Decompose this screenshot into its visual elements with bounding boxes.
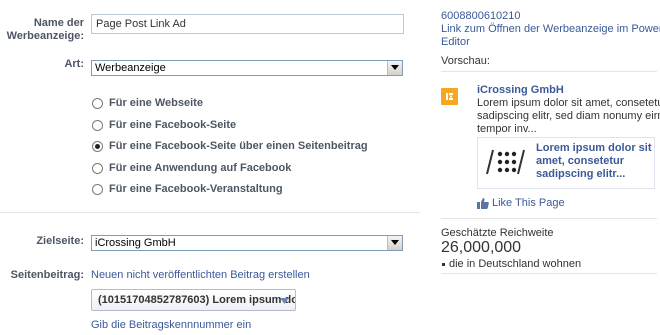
ad-page-name[interactable]: iCrossing GmbH: [477, 84, 564, 96]
radio-option-event[interactable]: Für eine Facebook-Veranstaltung: [92, 182, 283, 196]
divider: [441, 273, 657, 274]
chevron-down-icon[interactable]: [387, 61, 402, 75]
chevron-down-icon: [280, 298, 289, 304]
radio-label: Für eine Anwendung auf Facebook: [109, 162, 292, 174]
radio-label: Für eine Webseite: [109, 97, 203, 109]
radio-label: Für eine Facebook-Seite: [109, 119, 237, 131]
ad-name-label-line1: Name der: [33, 17, 84, 29]
reach-detail-item: die in Deutschland wohnen: [441, 258, 581, 270]
link-title-line2: amet, consetetur: [536, 155, 625, 167]
type-label-group: Art:: [0, 58, 84, 72]
page-post-select-value: (10151704852787603) Lorem ipsum dolor si…: [98, 294, 295, 306]
enter-post-id-link[interactable]: Gib die Beitragskennnummer ein: [91, 319, 251, 331]
page-post-label: Seitenbeitrag:: [10, 269, 84, 281]
reach-detail: die in Deutschland wohnen: [449, 258, 582, 270]
link-thumbnail-icon: [483, 146, 527, 178]
ad-body-line1: Lorem ipsum dolor sit amet, consetetur: [477, 97, 660, 109]
icrossing-logo-icon: [441, 88, 458, 105]
radio-option-app[interactable]: Für eine Anwendung auf Facebook: [92, 161, 291, 175]
target-label-group: Zielseite:: [0, 235, 84, 249]
radio-button-selected[interactable]: [92, 140, 103, 152]
radio-button[interactable]: [92, 119, 103, 131]
ad-name-label-line2: Werbeanzeige:: [6, 30, 84, 42]
radio-option-facebook-page[interactable]: Für eine Facebook-Seite: [92, 118, 236, 132]
divider: [441, 218, 657, 219]
ad-sidebar: 6008800610210 Link zum Öffnen der Werbea…: [441, 0, 660, 335]
reach-label: Geschätzte Reichweite: [441, 227, 554, 239]
type-select-value: Werbeanzeige: [95, 62, 166, 74]
reach-value: 26,000,000: [441, 239, 522, 256]
target-page-value: iCrossing GmbH: [95, 237, 176, 249]
ad-name-label-group: Name der Werbeanzeige:: [0, 17, 84, 47]
radio-button[interactable]: [92, 97, 103, 109]
radio-option-webpage[interactable]: Für eine Webseite: [92, 96, 203, 110]
page-post-select[interactable]: (10151704852787603) Lorem ipsum dolor si…: [91, 289, 296, 311]
radio-label: Für eine Facebook-Veranstaltung: [109, 183, 283, 195]
like-page-button[interactable]: Like This Page: [477, 197, 565, 209]
post-label-group: Seitenbeitrag:: [0, 269, 84, 283]
divider: [0, 212, 420, 213]
radio-option-page-post[interactable]: Für eine Facebook-Seite über einen Seite…: [92, 139, 368, 153]
radio-button[interactable]: [92, 162, 103, 174]
power-editor-link-line2[interactable]: Editor: [441, 36, 470, 48]
radio-button[interactable]: [92, 183, 103, 195]
ad-name-input[interactable]: Page Post Link Ad: [91, 14, 404, 34]
ad-form: Name der Werbeanzeige: Page Post Link Ad…: [0, 0, 420, 335]
link-preview-card[interactable]: Lorem ipsum dolor sit amet, consetetur s…: [477, 137, 655, 189]
bullet-icon: [442, 262, 445, 266]
thumbs-up-icon: [477, 197, 489, 209]
link-title-line3: sadipscing elitr...: [536, 168, 626, 180]
ad-id-link[interactable]: 6008800610210: [441, 10, 521, 22]
like-page-label: Like This Page: [492, 197, 565, 209]
create-post-link[interactable]: Neuen nicht veröffentlichten Beitrag ers…: [91, 269, 310, 281]
divider: [441, 71, 657, 72]
power-editor-link-line1[interactable]: Link zum Öffnen der Werbeanzeige im Powe…: [441, 23, 660, 35]
type-label: Art:: [64, 58, 84, 70]
chevron-down-icon[interactable]: [387, 236, 402, 250]
target-page-select[interactable]: iCrossing GmbH: [91, 235, 403, 251]
type-select[interactable]: Werbeanzeige: [91, 60, 403, 76]
radio-label: Für eine Facebook-Seite über einen Seite…: [109, 140, 368, 152]
target-page-label: Zielseite:: [36, 235, 84, 247]
link-preview-title[interactable]: Lorem ipsum dolor sit amet, consetetur s…: [536, 142, 654, 181]
preview-label: Vorschau:: [441, 55, 490, 67]
link-title-line1: Lorem ipsum dolor sit: [536, 142, 652, 154]
ad-body-line2: sadipscing elitr, sed diam nonumy eirmod: [477, 110, 660, 122]
ad-body-line3: tempor inv...: [477, 123, 537, 135]
